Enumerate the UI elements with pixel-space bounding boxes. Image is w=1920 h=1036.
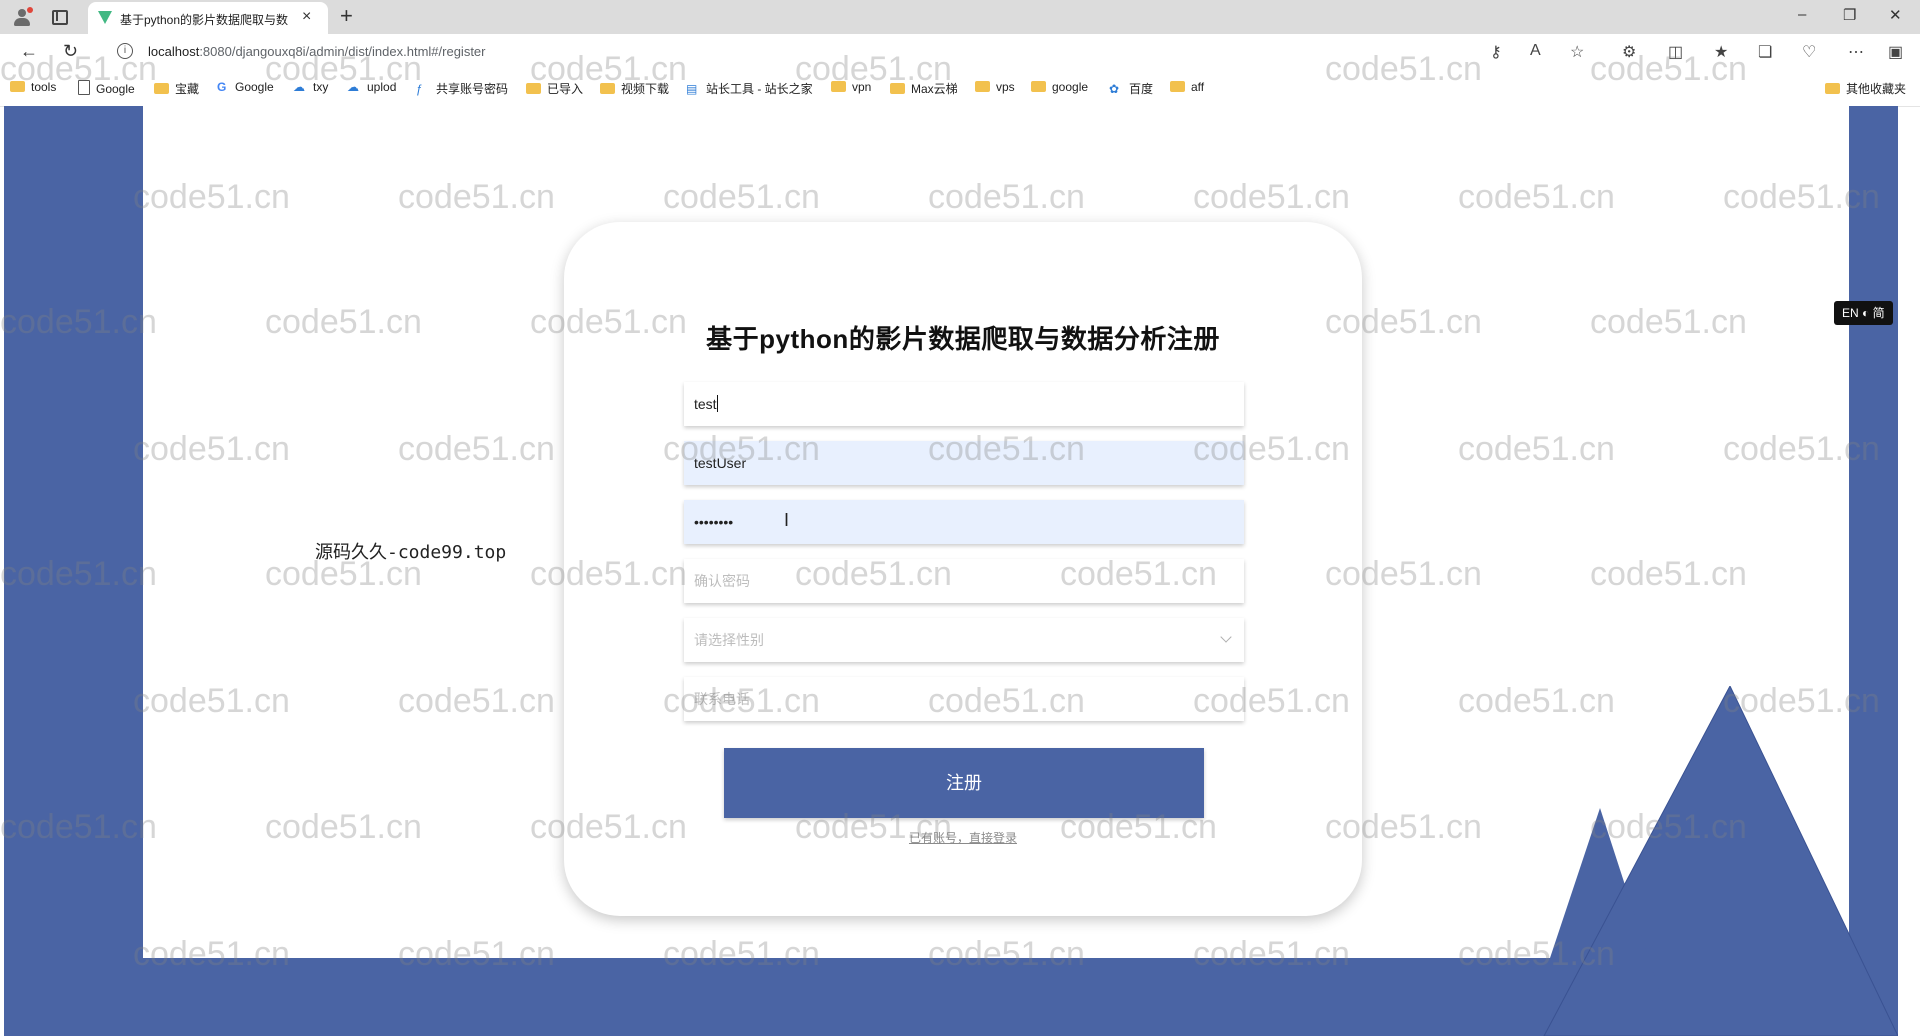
vue-favicon-icon bbox=[98, 11, 112, 24]
language-toggle[interactable]: EN ◐ 简 bbox=[1834, 301, 1893, 325]
favorites-icon[interactable]: ★ bbox=[1714, 42, 1728, 62]
page-background: 基于python的影片数据爬取与数据分析注册 test testUser •••… bbox=[4, 106, 1898, 1036]
google-icon: G bbox=[217, 80, 227, 94]
confirm-password-input[interactable]: 确认密码 bbox=[684, 559, 1244, 603]
name-input[interactable]: testUser bbox=[684, 441, 1244, 485]
tab-actions-icon[interactable] bbox=[52, 10, 68, 25]
split-screen-icon[interactable]: ◫ bbox=[1668, 42, 1683, 62]
text-caret bbox=[716, 395, 718, 412]
browser-tab-strip: 基于python的影片数据爬取与数据... × + – ❐ ✕ bbox=[0, 0, 1920, 34]
new-tab-icon[interactable]: + bbox=[340, 3, 353, 29]
folder-icon bbox=[975, 81, 990, 92]
password-value: •••••••• bbox=[694, 514, 734, 530]
folder-icon bbox=[831, 81, 846, 92]
chevron-down-icon bbox=[1220, 631, 1232, 643]
bookmark-vpn[interactable]: vpn bbox=[831, 80, 871, 94]
read-aloud-icon[interactable]: A bbox=[1530, 42, 1541, 60]
bookmark-baidu[interactable]: ✿ 百度 bbox=[1109, 80, 1153, 97]
address-bar[interactable]: localhost:8080/djangouxq8i/admin/dist/in… bbox=[148, 44, 485, 59]
bookmark-txy[interactable]: ☁ txy bbox=[293, 80, 328, 94]
bookmark-google-folder[interactable]: google bbox=[1031, 80, 1088, 94]
cloud-icon: ☁ bbox=[347, 80, 359, 94]
bookmark-google-page[interactable]: Google bbox=[78, 80, 135, 96]
baidu-icon: ✿ bbox=[1109, 82, 1120, 96]
username-value: test bbox=[694, 396, 717, 412]
bookmark-shared-accounts[interactable]: ƒ 共享账号密码 bbox=[416, 80, 508, 97]
phone-input[interactable]: 联系电话 bbox=[684, 677, 1244, 721]
folder-icon bbox=[1825, 83, 1840, 94]
folder-icon bbox=[600, 83, 615, 94]
folder-icon bbox=[890, 83, 905, 94]
bookmark-imported[interactable]: 已导入 bbox=[526, 80, 583, 97]
login-link[interactable]: 已有账号，直接登录 bbox=[564, 829, 1362, 846]
source-overlay-text: 源码久久-code99.top bbox=[315, 542, 507, 563]
password-input[interactable]: •••••••• bbox=[684, 500, 1244, 544]
browser-tab-active[interactable]: 基于python的影片数据爬取与数据... × bbox=[88, 2, 328, 34]
bookmark-max[interactable]: Max云梯 bbox=[890, 80, 958, 97]
browser-toolbar: ← ↻ i localhost:8080/djangouxq8i/admin/d… bbox=[0, 34, 1920, 70]
bookmark-tools[interactable]: tools bbox=[10, 80, 56, 94]
tab-close-icon[interactable]: × bbox=[302, 8, 311, 26]
register-card: 基于python的影片数据爬取与数据分析注册 test testUser •••… bbox=[564, 222, 1362, 916]
sidebar-toggle-icon[interactable]: ▣ bbox=[1888, 42, 1903, 62]
collections-icon[interactable]: ❏ bbox=[1758, 42, 1772, 62]
browser-essentials-icon[interactable]: ♡ bbox=[1802, 42, 1816, 62]
mountain-decoration bbox=[1524, 686, 1898, 1036]
site-info-icon[interactable]: i bbox=[117, 43, 133, 59]
page-icon bbox=[78, 80, 90, 95]
gender-placeholder: 请选择性别 bbox=[694, 632, 764, 648]
profile-icon[interactable] bbox=[12, 7, 33, 27]
share-icon: ƒ bbox=[416, 82, 423, 96]
folder-icon bbox=[10, 81, 25, 92]
folder-icon bbox=[1031, 81, 1046, 92]
more-menu-icon[interactable]: ⋯ bbox=[1848, 42, 1864, 62]
confirm-password-placeholder: 确认密码 bbox=[694, 573, 750, 589]
chart-icon: ▤ bbox=[686, 82, 698, 96]
folder-icon bbox=[154, 83, 169, 94]
window-close-icon[interactable]: ✕ bbox=[1889, 6, 1902, 24]
bookmark-vps[interactable]: vps bbox=[975, 80, 1015, 94]
key-icon[interactable]: ⚷ bbox=[1490, 42, 1502, 62]
folder-icon bbox=[526, 83, 541, 94]
bookmark-uplod[interactable]: ☁ uplod bbox=[347, 80, 396, 94]
bookmark-aff[interactable]: aff bbox=[1170, 80, 1204, 94]
tab-title: 基于python的影片数据爬取与数据... bbox=[120, 13, 288, 27]
text-cursor-icon: I bbox=[784, 510, 790, 530]
gender-select[interactable]: 请选择性别 bbox=[684, 618, 1244, 662]
bookmark-treasure[interactable]: 宝藏 bbox=[154, 80, 199, 97]
back-icon[interactable]: ← bbox=[20, 41, 38, 62]
bookmarks-bar: tools Google 宝藏 G Google ☁ txy ☁ uplod ƒ 共享账… bbox=[0, 70, 1920, 107]
folder-icon bbox=[1170, 81, 1185, 92]
restore-icon[interactable]: ❐ bbox=[1843, 6, 1856, 24]
username-input[interactable]: test bbox=[684, 382, 1244, 426]
bookmark-other-favorites[interactable]: 其他收藏夹 bbox=[1825, 80, 1906, 97]
page-title: 基于python的影片数据爬取与数据分析注册 bbox=[706, 324, 1220, 354]
bookmark-webmaster-tools[interactable]: ▤ 站长工具 - 站长之家 bbox=[686, 80, 813, 97]
extensions-icon[interactable]: ⚙ bbox=[1622, 42, 1636, 62]
name-value: testUser bbox=[694, 455, 747, 471]
cloud-icon: ☁ bbox=[293, 80, 305, 94]
register-button[interactable]: 注册 bbox=[724, 748, 1204, 818]
favorite-star-icon[interactable]: ☆ bbox=[1570, 42, 1584, 62]
bookmark-google[interactable]: G Google bbox=[217, 80, 274, 94]
refresh-icon[interactable]: ↻ bbox=[63, 41, 78, 62]
phone-placeholder: 联系电话 bbox=[694, 691, 750, 707]
minimize-icon[interactable]: – bbox=[1798, 6, 1806, 23]
bookmark-video-download[interactable]: 视频下载 bbox=[600, 80, 669, 97]
